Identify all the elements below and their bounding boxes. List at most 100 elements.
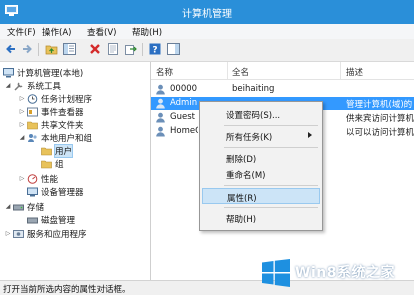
menu-view[interactable]: 查看(V) [87, 26, 116, 38]
menu-item-help[interactable]: 帮助(H) [202, 210, 320, 226]
svg-text:?: ? [152, 46, 157, 56]
user-description: 以可以访问计算机 [346, 128, 414, 138]
expand-down-icon[interactable]: ◢ [18, 134, 26, 141]
forward-arrow-icon[interactable] [20, 42, 34, 56]
console-tree: 计算机管理(本地) ◢ 系统工具 ▷ 任务计划程序 ▷ 事件查看器 ▷ 共享文件… [0, 62, 151, 280]
tree-label: 服务和应用程序 [27, 229, 87, 240]
expand-right-icon[interactable]: ▷ [18, 95, 26, 102]
menu-bar: 文件(F) 操作(A) 查看(V) 帮助(H) [0, 24, 414, 39]
user-name: 00000 [170, 84, 198, 94]
folder-icon [41, 146, 52, 156]
toolbar-separator [142, 43, 143, 56]
menu-help[interactable]: 帮助(H) [132, 26, 162, 38]
tree-item-local-users-groups[interactable]: ◢ 本地用户和组 [18, 131, 92, 144]
tree-item-disk-management[interactable]: 磁盘管理 [26, 213, 75, 226]
user-icon [156, 98, 165, 109]
expand-right-icon[interactable]: ▷ [4, 230, 12, 237]
status-text: 打开当前所选内容的属性对话框。 [3, 285, 131, 295]
tree-label: 共享文件夹 [41, 120, 84, 131]
properties-icon[interactable] [106, 42, 120, 56]
window-title: 计算机管理 [182, 9, 232, 20]
menu-item-label: 删除(D) [226, 155, 257, 165]
list-header: 名称 全名 描述 [151, 62, 414, 80]
tree-label: 事件查看器 [41, 107, 84, 118]
menu-separator [224, 125, 318, 126]
column-divider[interactable] [340, 62, 341, 79]
tree-label: 计算机管理(本地) [17, 68, 84, 79]
export-icon[interactable] [124, 42, 138, 56]
tree-item-computer-management[interactable]: 计算机管理(本地) [2, 66, 83, 79]
back-arrow-icon[interactable] [4, 42, 18, 56]
event-viewer-icon [27, 107, 38, 117]
column-header-fullname[interactable]: 全名 [232, 66, 249, 78]
menu-item-label: 属性(R) [227, 194, 257, 204]
expand-down-icon[interactable]: ◢ [4, 82, 12, 89]
menu-item-rename[interactable]: 重命名(M) [202, 166, 320, 182]
disk-icon [27, 215, 38, 225]
folder-icon [41, 159, 52, 169]
expand-right-icon[interactable]: ▷ [18, 108, 26, 115]
help-icon[interactable]: ? [148, 42, 162, 56]
tree-label: 设备管理器 [41, 187, 84, 198]
menu-separator [224, 147, 318, 148]
expand-down-icon[interactable]: ◢ [4, 203, 12, 210]
watermark-text: Win8系统之家 [295, 265, 395, 281]
expand-right-icon[interactable]: ▷ [18, 175, 26, 182]
user-description: 管理计算机(域)的 [346, 100, 413, 110]
tree-item-device-manager[interactable]: 设备管理器 [26, 185, 84, 198]
menu-item-properties[interactable]: 属性(R) [202, 188, 320, 204]
title-bar: 计算机管理 [0, 0, 414, 24]
column-header-description[interactable]: 描述 [346, 66, 363, 78]
toolbar: ? [0, 39, 414, 62]
user-fullname: beihaiting [232, 84, 275, 94]
tree-item-event-viewer[interactable]: ▷ 事件查看器 [18, 105, 84, 118]
tree-label: 系统工具 [27, 81, 62, 92]
menu-item-delete[interactable]: 删除(D) [202, 150, 320, 166]
folder-up-icon[interactable] [44, 42, 58, 56]
user-name: Guest [170, 112, 195, 122]
menu-file[interactable]: 文件(F) [7, 26, 36, 38]
expand-right-icon[interactable]: ▷ [18, 121, 26, 128]
user-description: 供来宾访问计算机 [346, 114, 414, 124]
tree-item-shared-folders[interactable]: ▷ 共享文件夹 [18, 118, 84, 131]
menu-item-all-tasks[interactable]: 所有任务(K) [202, 128, 320, 144]
user-icon [156, 84, 165, 95]
tree-item-storage[interactable]: ◢ 存储 [4, 200, 44, 213]
user-icon [156, 112, 165, 123]
list-item[interactable]: 00000 beihaiting [151, 83, 414, 96]
column-divider[interactable] [227, 62, 228, 79]
context-menu: 设置密码(S)... 所有任务(K) 删除(D) 重命名(M) 属性(R) 帮助… [199, 101, 323, 231]
menu-separator [224, 207, 318, 208]
user-name: Admin [170, 98, 198, 108]
column-header-name[interactable]: 名称 [156, 66, 173, 78]
tree-label: 组 [55, 159, 64, 170]
menu-action[interactable]: 操作(A) [42, 26, 71, 38]
action-pane-icon[interactable] [166, 42, 180, 56]
windows-logo-icon [262, 259, 290, 287]
console-tree-icon[interactable] [62, 42, 76, 56]
menu-item-label: 设置密码(S)... [226, 111, 281, 121]
tree-item-users[interactable]: 用户 [40, 143, 74, 158]
services-icon [13, 229, 24, 239]
tree-item-services-apps[interactable]: ▷ 服务和应用程序 [4, 227, 87, 240]
menu-item-label: 所有任务(K) [226, 133, 273, 143]
tree-label: 任务计划程序 [41, 94, 93, 105]
user-icon [156, 126, 165, 137]
delete-icon[interactable] [88, 42, 102, 56]
tree-item-task-scheduler[interactable]: ▷ 任务计划程序 [18, 92, 92, 105]
users-groups-icon [27, 133, 38, 143]
tree-item-performance[interactable]: ▷ 性能 [18, 172, 58, 185]
tree-label: 存储 [27, 202, 45, 213]
menu-item-set-password[interactable]: 设置密码(S)... [202, 106, 320, 122]
tree-item-system-tools[interactable]: ◢ 系统工具 [4, 79, 61, 92]
tree-label: 用户 [53, 143, 74, 158]
tree-label: 磁盘管理 [41, 215, 76, 226]
tree-label: 性能 [41, 174, 59, 185]
user-name: HomeG [170, 126, 198, 136]
computer-management-window: 计算机管理 文件(F) 操作(A) 查看(V) 帮助(H) ? 计算机管理(本地… [0, 0, 414, 295]
system-tools-icon [13, 81, 24, 91]
shared-folder-icon [27, 120, 38, 130]
tree-item-groups[interactable]: 组 [40, 157, 64, 170]
performance-icon [27, 173, 38, 184]
menu-separator [224, 185, 318, 186]
